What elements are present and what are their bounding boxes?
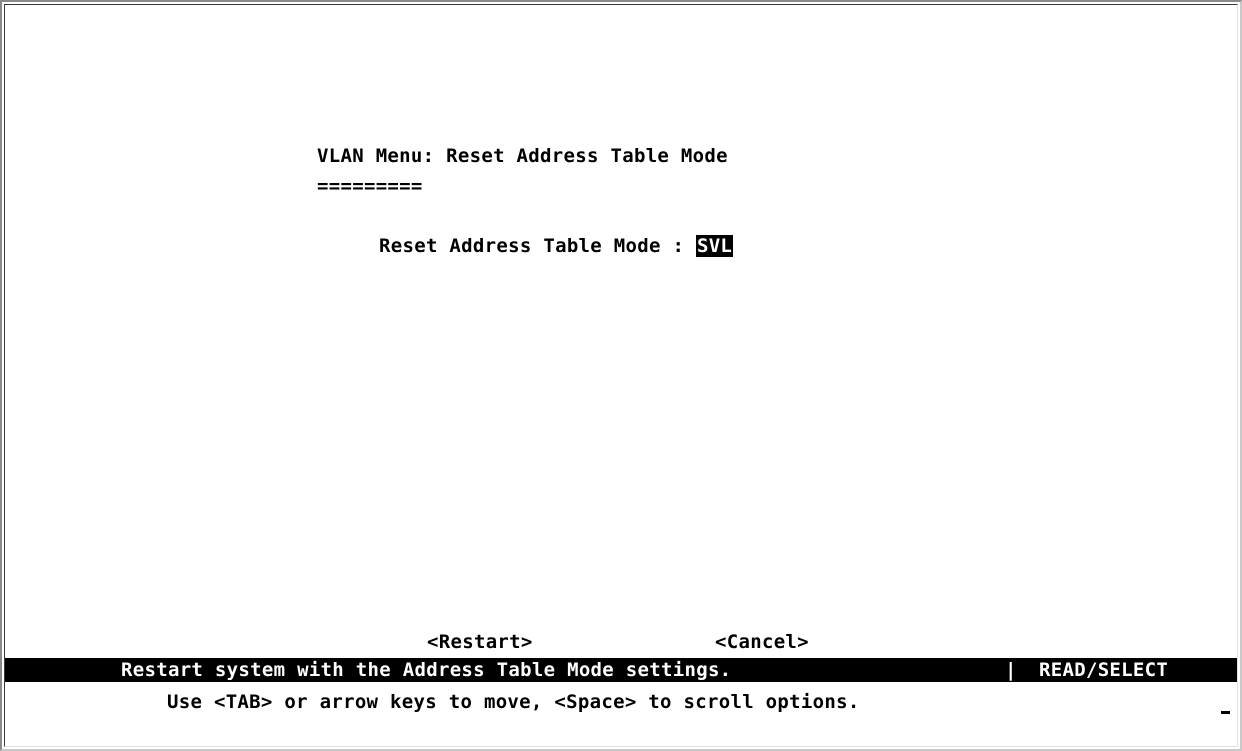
terminal-window: VLAN Menu: Reset Address Table Mode ====… [0,0,1242,751]
status-separator: | [1005,659,1017,681]
status-mode: READ/SELECT [1039,659,1169,681]
address-table-mode-label: Reset Address Table Mode : [379,235,696,257]
address-table-mode-select[interactable]: SVL [695,235,734,257]
status-bar: Restart system with the Address Table Mo… [5,658,1237,682]
title-underline: ========= [317,175,423,197]
address-table-mode-row: Reset Address Table Mode : SVL [379,235,734,257]
terminal-screen: VLAN Menu: Reset Address Table Mode ====… [4,4,1238,747]
page-title: VLAN Menu: Reset Address Table Mode [317,145,728,167]
text-cursor [1221,711,1230,714]
restart-button[interactable]: <Restart> [427,631,533,653]
keyboard-hint: Use <TAB> or arrow keys to move, <Space>… [167,691,860,713]
cancel-button[interactable]: <Cancel> [715,631,809,653]
status-message: Restart system with the Address Table Mo… [121,659,732,681]
